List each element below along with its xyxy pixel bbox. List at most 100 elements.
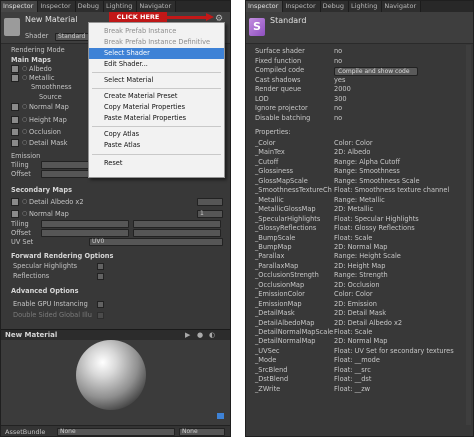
property-name: _DetailAlbedoMap bbox=[255, 318, 315, 327]
annotation-arrow-shaft bbox=[167, 16, 208, 19]
foldout-icon[interactable]: ○ bbox=[22, 209, 27, 219]
property-name: _GlossyReflections bbox=[255, 224, 317, 233]
sphere-thumbnail-icon bbox=[4, 18, 20, 36]
left-tab-bar: Inspector Inspector Debug Lighting Navig… bbox=[1, 1, 230, 12]
property-label: Detail Albedo x2 bbox=[29, 198, 84, 206]
checkbox[interactable] bbox=[97, 272, 104, 280]
info-key: Surface shader bbox=[255, 47, 305, 55]
property-row: Double Sided Global Illu bbox=[1, 310, 230, 320]
tab-label: Inspector bbox=[3, 2, 34, 10]
tab-navigator[interactable]: Navigator bbox=[382, 1, 422, 12]
tab-label: Inspector bbox=[285, 2, 316, 10]
play-icon[interactable]: ▶ bbox=[185, 330, 190, 340]
tab-inspector-2[interactable]: Inspector bbox=[38, 1, 76, 12]
sphere-preview-icon[interactable]: ● bbox=[197, 330, 203, 340]
tab-label: Lighting bbox=[106, 2, 133, 10]
property-type: Range: Smoothness Scale bbox=[334, 176, 420, 185]
property-label: Advanced Options bbox=[11, 287, 79, 295]
property-row: Reflections bbox=[1, 271, 230, 281]
foldout-icon[interactable]: ○ bbox=[22, 115, 27, 125]
property-type: Range: Smoothness bbox=[334, 167, 400, 176]
foldout-icon[interactable]: ○ bbox=[22, 102, 27, 112]
texture-slot[interactable] bbox=[11, 116, 19, 124]
menu-item[interactable]: Create Material Preset bbox=[89, 91, 224, 102]
vector-field-x[interactable] bbox=[41, 220, 129, 228]
property-name: _SpecularHighlights bbox=[255, 214, 321, 223]
property-type: Range: Metallic bbox=[334, 195, 385, 204]
vector-field-y[interactable] bbox=[133, 229, 221, 237]
tab-lighting[interactable]: Lighting bbox=[104, 1, 138, 12]
property-label: Enable GPU Instancing bbox=[13, 300, 88, 308]
menu-separator bbox=[92, 88, 221, 89]
checkbox bbox=[97, 311, 104, 319]
foldout-icon[interactable]: ○ bbox=[22, 138, 27, 148]
menu-item[interactable]: Paste Material Properties bbox=[89, 113, 224, 124]
material-preview[interactable] bbox=[1, 340, 230, 425]
property-name: _DstBlend bbox=[255, 375, 289, 384]
tab-navigator[interactable]: Navigator bbox=[137, 1, 177, 12]
tab-label: Navigator bbox=[139, 2, 172, 10]
property-type: 2D: Normal Map bbox=[334, 242, 388, 251]
tab-inspector[interactable]: Inspector bbox=[246, 1, 284, 12]
scrollbar[interactable] bbox=[466, 45, 471, 425]
uv-set-dropdown[interactable]: UV0 bbox=[89, 238, 223, 246]
menu-item[interactable]: Edit Shader... bbox=[89, 59, 224, 70]
tab-label: Inspector bbox=[40, 2, 71, 10]
property-name: _Mode bbox=[255, 356, 277, 365]
property-name: _DetailNormalMap bbox=[255, 337, 316, 346]
texture-slot[interactable] bbox=[11, 198, 19, 206]
menu-item[interactable]: Copy Material Properties bbox=[89, 102, 224, 113]
assetbundle-dropdown[interactable]: None bbox=[57, 428, 175, 436]
shader-dropdown[interactable]: Standard bbox=[55, 33, 89, 41]
tab-debug[interactable]: Debug bbox=[320, 1, 350, 12]
menu-item[interactable]: Reset bbox=[89, 158, 224, 169]
menu-item[interactable]: Paste Atlas bbox=[89, 140, 224, 151]
property-name: _Metallic bbox=[255, 195, 284, 204]
property-name: _BumpScale bbox=[255, 233, 296, 242]
texture-slot[interactable] bbox=[11, 65, 19, 73]
checkbox[interactable] bbox=[97, 262, 104, 270]
menu-item[interactable]: Select Shader bbox=[89, 48, 224, 59]
texture-slot[interactable] bbox=[11, 103, 19, 111]
foldout-icon[interactable]: ○ bbox=[22, 197, 27, 207]
property-name: _MainTex bbox=[255, 148, 285, 157]
assetbundle-variant-dropdown[interactable]: None bbox=[179, 428, 225, 436]
shader-file-icon: S bbox=[249, 18, 265, 36]
detail-color-field[interactable] bbox=[197, 198, 223, 206]
info-key: Ignore projector bbox=[255, 104, 308, 112]
menu-item[interactable]: Copy Atlas bbox=[89, 129, 224, 140]
vector-field-y[interactable] bbox=[133, 220, 221, 228]
property-name: _EmissionColor bbox=[255, 290, 305, 299]
property-type: Range: Height Scale bbox=[334, 252, 401, 261]
property-label: UV Set bbox=[11, 238, 34, 246]
asset-label-icon[interactable] bbox=[217, 413, 224, 419]
vector-field-x[interactable] bbox=[41, 229, 129, 237]
property-type: Float: Glossy Reflections bbox=[334, 224, 415, 233]
texture-slot[interactable] bbox=[11, 74, 19, 82]
tab-debug[interactable]: Debug bbox=[75, 1, 105, 12]
menu-item[interactable]: Select Material bbox=[89, 75, 224, 86]
menu-item: Break Prefab Instance Definitive bbox=[104, 38, 211, 46]
foldout-icon[interactable]: ○ bbox=[22, 127, 27, 137]
checkbox[interactable] bbox=[97, 300, 104, 308]
tab-inspector[interactable]: Inspector bbox=[1, 1, 39, 12]
tab-inspector-2[interactable]: Inspector bbox=[283, 1, 321, 12]
property-type: Color: Color bbox=[334, 290, 373, 299]
tab-lighting[interactable]: Lighting bbox=[349, 1, 383, 12]
texture-slot[interactable] bbox=[11, 139, 19, 147]
property-type: 2D: Occlusion bbox=[334, 280, 380, 289]
texture-slot[interactable] bbox=[11, 128, 19, 136]
assetbundle-label: AssetBundle bbox=[5, 428, 46, 436]
lighting-toggle-icon[interactable]: ◐ bbox=[209, 330, 215, 340]
property-row: UV Set UV0 bbox=[1, 237, 230, 247]
compile-and-show-code-button[interactable]: Compile and show code bbox=[334, 66, 418, 76]
shader-inspector-panel: Inspector Inspector Debug Lighting Navig… bbox=[245, 0, 474, 437]
tab-label: Inspector bbox=[248, 2, 279, 10]
property-label: Normal Map bbox=[29, 210, 69, 218]
info-key: Render queue bbox=[255, 85, 302, 93]
normal-scale-field[interactable]: 1 bbox=[197, 210, 223, 218]
property-type: Float: __zw bbox=[334, 384, 371, 393]
property-label: Reflections bbox=[13, 272, 50, 280]
right-tab-bar: Inspector Inspector Debug Lighting Navig… bbox=[246, 1, 473, 12]
texture-slot[interactable] bbox=[11, 210, 19, 218]
